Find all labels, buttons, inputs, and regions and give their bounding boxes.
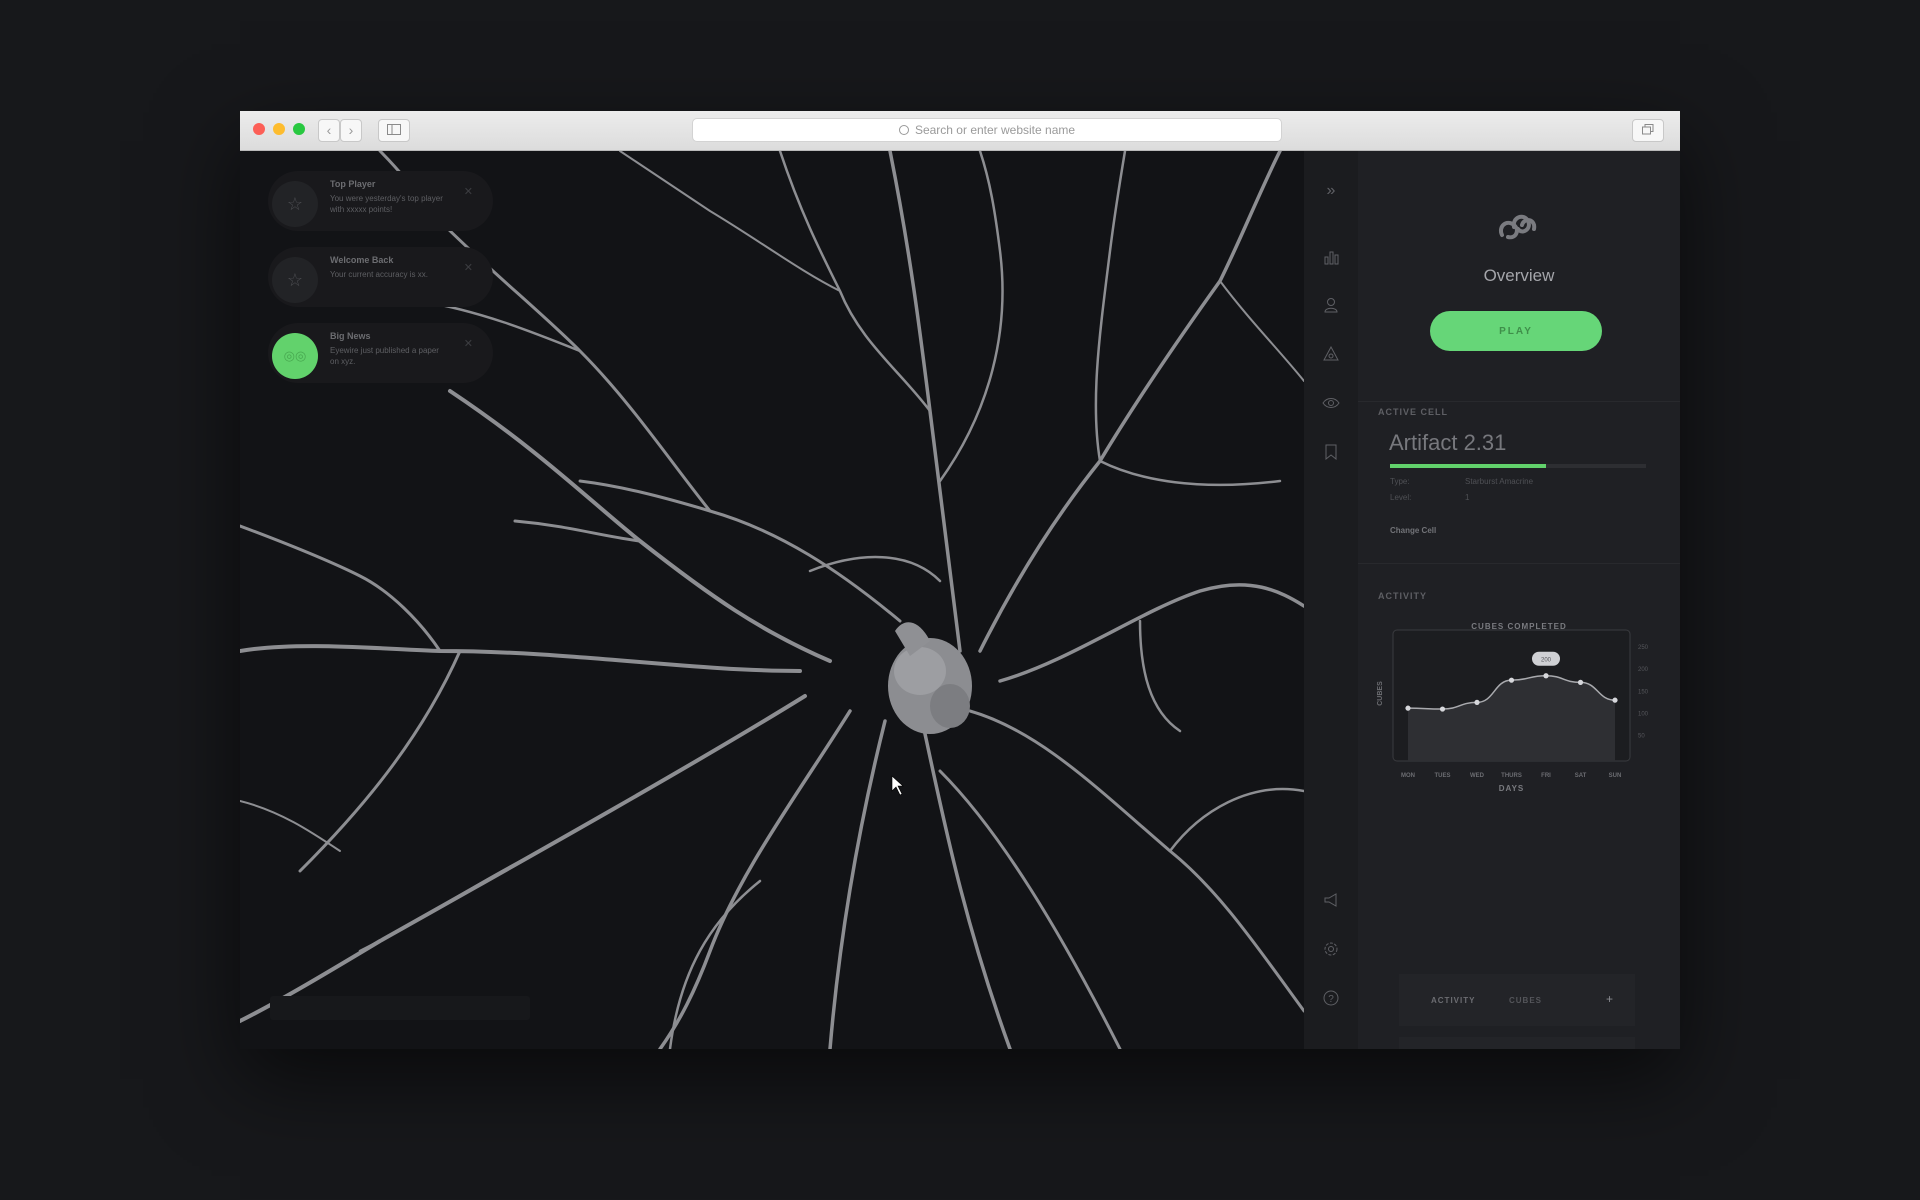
dismiss-icon[interactable]: ✕ (464, 261, 473, 274)
y-tick-label: 150 (1638, 689, 1649, 695)
data-point-sun (1612, 697, 1618, 703)
mouse-cursor-icon (891, 775, 904, 796)
notification-message: You were yesterday's top player with xxx… (330, 194, 443, 214)
x-tick-label: TUES (1434, 773, 1450, 779)
overview-panel: Overview PLAY ACTIVE CELL Artifact 2.31 … (1358, 151, 1680, 1049)
sidebar-icon (387, 124, 401, 135)
zoom-window-button[interactable] (293, 123, 305, 135)
notification-top-player[interactable]: ☆ Top Player You were yesterday's top pl… (268, 171, 493, 231)
achievements-icon[interactable] (1321, 345, 1341, 366)
y-tick-label: 50 (1638, 734, 1645, 740)
expand-icon[interactable]: + (1606, 992, 1613, 1006)
data-point-wed (1474, 699, 1480, 705)
browser-window: ‹ › Search or enter website name ☆ Top P… (240, 111, 1680, 1049)
address-bar[interactable]: Search or enter website name (692, 118, 1282, 142)
notification-message: Eyewire just published a paper on xyz. (330, 346, 439, 366)
data-point-mon (1405, 705, 1411, 711)
eyewire-logo-icon: ◎◎ (272, 333, 318, 379)
y-tick-label: 250 (1638, 645, 1649, 651)
x-tick-label: WED (1470, 773, 1485, 779)
x-tick-label: MON (1401, 773, 1415, 779)
close-window-button[interactable] (253, 123, 265, 135)
profile-icon[interactable] (1321, 297, 1341, 317)
collapse-icon[interactable]: » (1321, 181, 1341, 201)
y-tick-label: 200 (1638, 667, 1649, 673)
data-point-sat (1577, 679, 1584, 686)
sidebar-toggle-button[interactable] (378, 119, 410, 142)
help-icon[interactable]: ? (1321, 990, 1341, 1010)
eye-icon[interactable] (1321, 395, 1341, 415)
y-axis-label: CUBES (1377, 681, 1384, 706)
star-icon: ☆ (272, 257, 318, 303)
star-icon: ☆ (272, 181, 318, 227)
notification-title: Big News (330, 331, 371, 341)
x-tick-label: THURS (1501, 773, 1522, 779)
notification-welcome-back[interactable]: ☆ Welcome Back Your current accuracy is … (268, 247, 493, 307)
notification-message: Your current accuracy is xx. (330, 270, 428, 279)
tooltip-value: 200 (1541, 658, 1552, 664)
svg-text:?: ? (1328, 994, 1334, 1005)
x-tick-label: SUN (1609, 773, 1622, 779)
activity-selector-label: ACTIVITY (1431, 996, 1476, 1005)
data-point-thurs (1508, 677, 1515, 683)
notification-title: Welcome Back (330, 255, 394, 265)
browser-titlebar: ‹ › Search or enter website name (240, 111, 1680, 151)
chevron-right-icon: › (348, 122, 354, 138)
minimize-window-button[interactable] (273, 123, 285, 135)
settings-icon[interactable] (1321, 941, 1341, 961)
megaphone-icon[interactable] (1321, 892, 1341, 912)
viewport-status-bar (270, 996, 530, 1020)
dismiss-icon[interactable]: ✕ (464, 185, 473, 198)
y-tick-label: 100 (1638, 711, 1649, 717)
notification-big-news[interactable]: ◎◎ Big News Eyewire just published a pap… (268, 323, 493, 383)
range-selector[interactable] (1399, 1037, 1635, 1049)
cubes-completed-chart: MON TUES WED THURS FRI SAT SUN 50 100 150 200 250 20… (1377, 629, 1649, 793)
forward-button[interactable]: › (340, 119, 362, 142)
stats-icon[interactable] (1321, 249, 1341, 269)
neuron-3d-viewport[interactable]: ☆ Top Player You were yesterday's top pl… (240, 151, 1304, 1049)
activity-selector[interactable]: ACTIVITY CUBES + (1399, 974, 1635, 1026)
dismiss-icon[interactable]: ✕ (464, 337, 473, 350)
x-tick-label: SAT (1575, 773, 1587, 779)
tabs-icon (1642, 124, 1654, 135)
address-placeholder: Search or enter website name (914, 123, 1076, 137)
data-point-tues (1439, 706, 1446, 712)
activity-selector-value: CUBES (1509, 996, 1543, 1005)
back-button[interactable]: ‹ (318, 119, 340, 142)
data-point-fri (1543, 673, 1549, 679)
x-axis-label: DAYS (1499, 784, 1525, 793)
icon-rail: » ? (1304, 151, 1358, 1049)
notification-title: Top Player (330, 179, 376, 189)
search-icon (898, 125, 909, 135)
bookmark-icon[interactable] (1321, 444, 1341, 464)
tabs-overview-button[interactable] (1632, 119, 1664, 142)
chevron-left-icon: ‹ (326, 122, 332, 138)
x-tick-label: FRI (1541, 773, 1551, 779)
